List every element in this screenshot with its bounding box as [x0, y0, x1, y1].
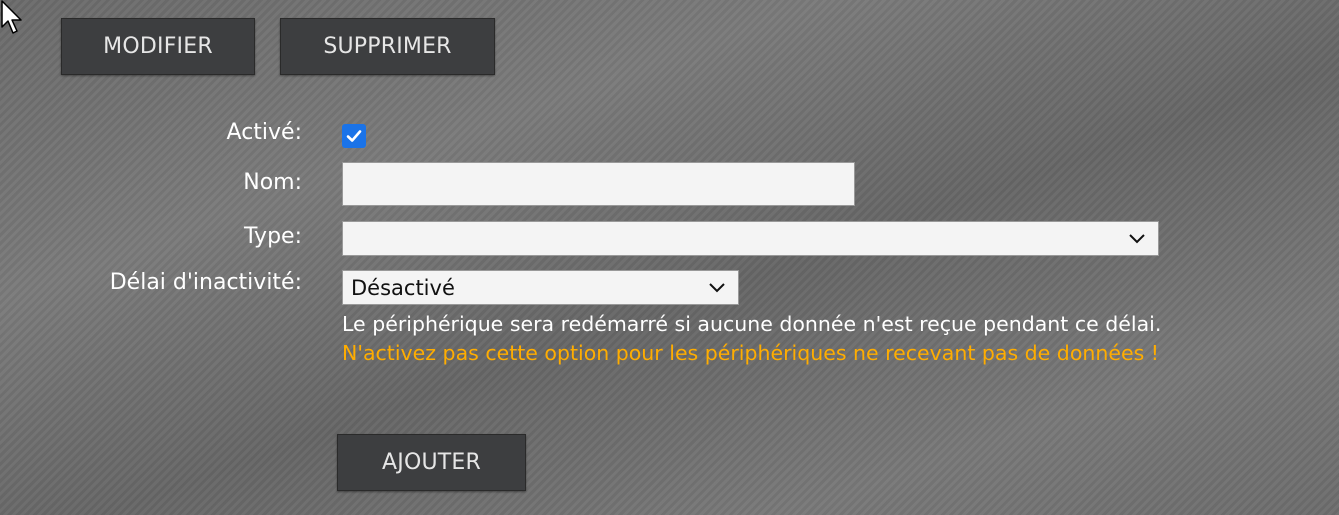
type-label: Type:	[244, 224, 302, 249]
modify-button[interactable]: MODIFIER	[61, 18, 255, 75]
chevron-down-icon	[1129, 233, 1145, 243]
inactivity-delay-select[interactable]: Désactivé	[342, 270, 739, 305]
chevron-down-icon	[709, 282, 725, 292]
delete-button[interactable]: SUPPRIMER	[280, 18, 495, 75]
mouse-pointer-icon	[1, 0, 22, 34]
inactivity-warning-text: N'activez pas cette option pour les péri…	[342, 341, 1159, 365]
inactivity-help-text: Le périphérique sera redémarré si aucune…	[342, 312, 1162, 336]
inactivity-delay-selected-value: Désactivé	[351, 275, 455, 300]
active-checkbox[interactable]	[342, 124, 366, 148]
type-select[interactable]	[342, 221, 1159, 256]
name-input[interactable]	[342, 162, 855, 206]
active-label: Activé:	[226, 120, 302, 145]
inactivity-delay-label: Délai d'inactivité:	[109, 270, 302, 295]
checkmark-icon	[346, 130, 362, 142]
name-label: Nom:	[243, 170, 302, 195]
add-button[interactable]: AJOUTER	[337, 434, 526, 491]
